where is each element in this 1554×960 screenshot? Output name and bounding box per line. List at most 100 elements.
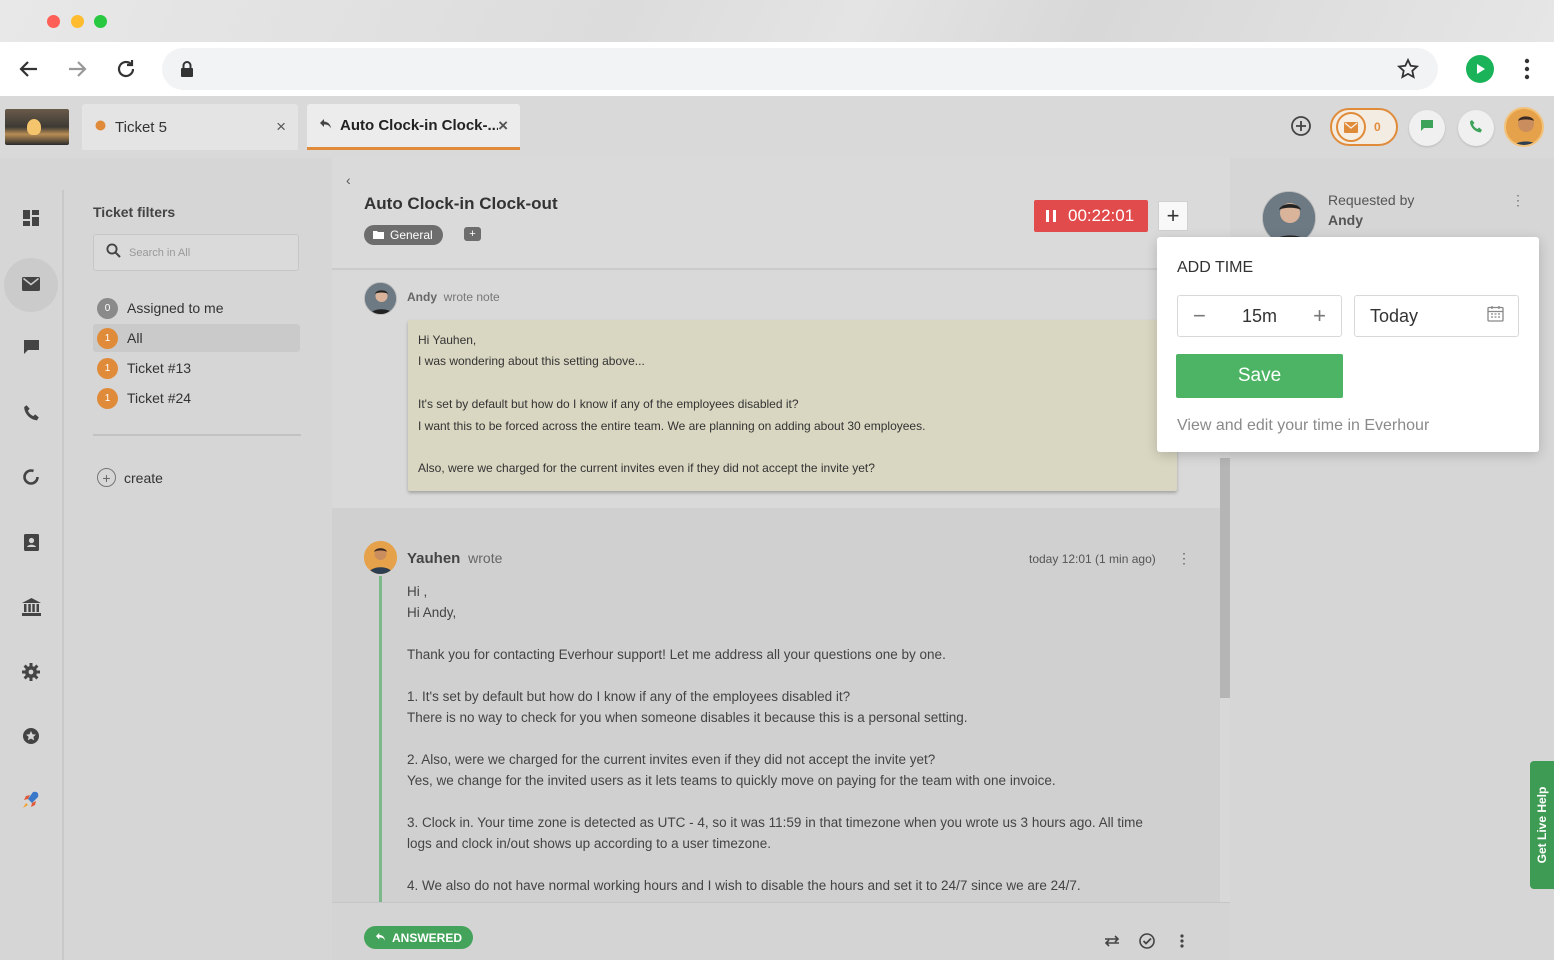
reply-author: Yauhen wrote (407, 550, 502, 567)
tab-label: Auto Clock-in Clock-... (340, 117, 499, 134)
note-line: I was wondering about this setting above… (418, 354, 645, 369)
close-tab-icon[interactable]: × (276, 117, 286, 137)
requester-name: Andy (1328, 212, 1363, 228)
maximize-window-button[interactable] (94, 15, 107, 28)
reply-more-icon[interactable]: ⋮ (1177, 550, 1191, 567)
add-new-button[interactable] (1283, 110, 1319, 146)
mail-icon (1336, 112, 1366, 142)
filter-count-badge: 0 (97, 297, 118, 319)
status-badge[interactable]: ANSWERED (364, 926, 474, 949)
reply-line: 4. We also do not have normal working ho… (407, 878, 1081, 893)
timer-value: 00:22:01 (1068, 206, 1135, 225)
app-topbar: Ticket 5 × Auto Clock-in Clock-... × 0 (0, 96, 1554, 158)
filter-count-badge: 1 (97, 357, 118, 379)
close-tab-icon[interactable]: × (498, 116, 508, 136)
note-line: It's set by default but how do I know if… (418, 397, 799, 412)
calendar-icon[interactable] (1487, 305, 1504, 327)
window-titlebar (0, 0, 1554, 42)
filter-item-all[interactable]: 1 All (93, 324, 300, 352)
settings-gear-icon[interactable] (17, 658, 45, 686)
ticket-tag[interactable]: General (364, 225, 443, 245)
transfer-icon[interactable] (1102, 931, 1122, 951)
note-line: Hi Yauhen, (418, 333, 477, 347)
filters-title: Ticket filters (93, 204, 176, 220)
running-timer-button[interactable]: 00:22:01 (1034, 200, 1148, 232)
mail-counter[interactable]: 0 (1330, 108, 1398, 146)
duration-stepper[interactable]: − 15m + (1177, 295, 1342, 337)
note-body: Hi Yauhen, I was wondering about this se… (408, 320, 1177, 491)
note-line: Also, were we charged for the current in… (418, 461, 875, 476)
avatar (364, 541, 397, 574)
filter-label: Ticket #13 (127, 360, 192, 376)
search-placeholder: Search in All (129, 246, 191, 259)
ticket-pane: ‹ Auto Clock-in Clock-out General + 00:2… (332, 158, 1230, 960)
reply-icon (319, 117, 332, 134)
note-action: wrote note (443, 290, 500, 304)
bank-icon[interactable] (17, 593, 45, 621)
date-field[interactable]: Today (1354, 295, 1519, 337)
browser-menu-icon[interactable] (1512, 54, 1542, 84)
everhour-extension-icon[interactable] (1466, 55, 1494, 83)
decrement-button[interactable]: − (1193, 303, 1206, 329)
save-button[interactable]: Save (1176, 354, 1343, 398)
reply-icon (375, 931, 386, 945)
user-avatar[interactable] (1504, 107, 1544, 147)
filter-item-ticket-13[interactable]: 1 Ticket #13 (93, 354, 300, 382)
plus-circle-icon: + (97, 468, 116, 487)
duration-value[interactable]: 15m (1242, 306, 1277, 327)
reply-line: logs and clock in/out shows up according… (407, 836, 771, 851)
add-time-button[interactable]: + (1158, 201, 1188, 231)
mail-count: 0 (1374, 120, 1381, 134)
inbox-icon[interactable] (17, 270, 45, 298)
date-value: Today (1370, 305, 1419, 326)
more-vertical-icon[interactable] (1172, 931, 1192, 951)
live-help-tab[interactable]: Get Live Help (1530, 761, 1554, 889)
create-label: create (124, 469, 163, 486)
filter-label: Ticket #24 (127, 390, 192, 406)
add-time-title: ADD TIME (1177, 259, 1254, 276)
ticket-header: ‹ Auto Clock-in Clock-out General + 00:2… (332, 158, 1230, 270)
close-window-button[interactable] (47, 15, 60, 28)
bookmark-star-icon[interactable] (1396, 57, 1420, 86)
create-filter-button[interactable]: + create (97, 468, 163, 487)
reply-line: Thank you for contacting Everhour suppor… (407, 647, 946, 662)
filter-count-badge: 1 (97, 387, 118, 409)
brand-logo[interactable] (5, 109, 69, 145)
dashboard-icon[interactable] (17, 204, 45, 232)
phone-icon (1469, 119, 1483, 138)
back-chevron-icon[interactable]: ‹ (346, 172, 351, 188)
reply-body: Hi , Hi Andy, Thank you for contacting E… (407, 581, 1187, 896)
filter-item-assigned[interactable]: 0 Assigned to me (93, 294, 300, 322)
reply-line: There is no way to check for you when so… (407, 710, 968, 725)
address-bar[interactable] (162, 48, 1438, 90)
add-tag-button[interactable]: + (464, 227, 481, 241)
tab-ticket-5[interactable]: Ticket 5 × (82, 104, 298, 150)
reply-timestamp: today 12:01 (1 min ago) (1029, 552, 1156, 566)
ticket-scrollbar[interactable] (1220, 458, 1230, 698)
increment-button[interactable]: + (1313, 303, 1326, 329)
folder-icon (373, 228, 384, 242)
reload-icon[interactable] (111, 54, 141, 84)
filter-search-input[interactable]: Search in All (93, 234, 299, 271)
chat-icon (1420, 119, 1434, 137)
minimize-window-button[interactable] (71, 15, 84, 28)
resolve-check-icon[interactable] (1137, 931, 1157, 951)
forward-icon[interactable] (62, 54, 92, 84)
search-icon (106, 242, 121, 263)
tab-auto-clock[interactable]: Auto Clock-in Clock-... × (307, 104, 520, 150)
rocket-icon[interactable] (17, 786, 45, 814)
chat-icon[interactable] (17, 333, 45, 361)
filter-label: Assigned to me (127, 300, 224, 316)
contacts-icon[interactable] (17, 528, 45, 556)
chat-button[interactable] (1409, 110, 1445, 146)
browser-toolbar (0, 42, 1554, 96)
everhour-link[interactable]: View and edit your time in Everhour (1177, 417, 1429, 435)
requester-more-icon[interactable]: ⋮ (1511, 192, 1525, 209)
rail-divider (62, 190, 64, 960)
filter-item-ticket-24[interactable]: 1 Ticket #24 (93, 384, 300, 412)
refresh-circle-icon[interactable] (17, 463, 45, 491)
phone-button[interactable] (1458, 110, 1494, 146)
star-badge-icon[interactable] (17, 722, 45, 750)
back-icon[interactable] (14, 54, 44, 84)
phone-icon[interactable] (17, 398, 45, 426)
